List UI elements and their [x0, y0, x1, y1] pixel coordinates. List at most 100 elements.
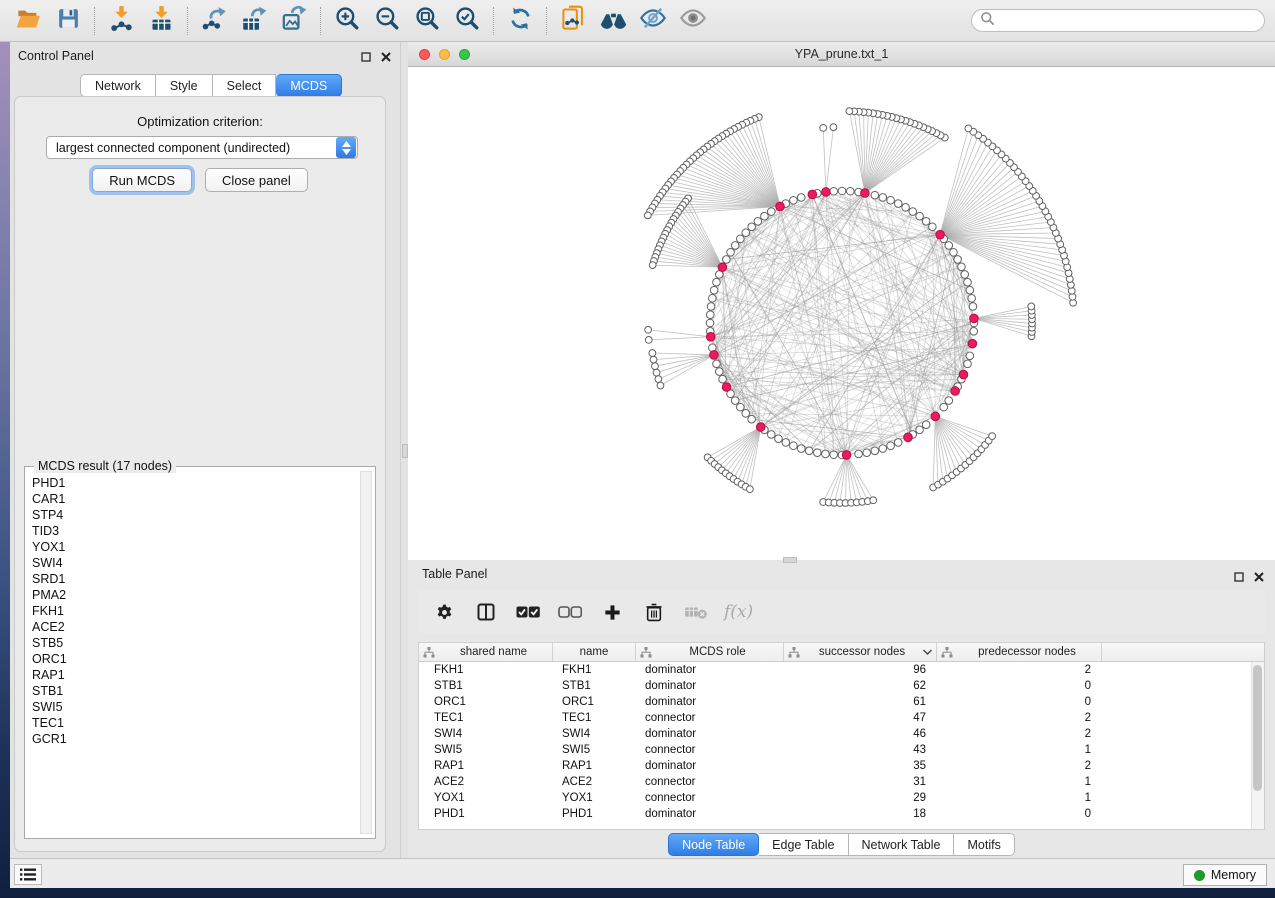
table-cell[interactable]: connector — [636, 774, 784, 790]
network-node[interactable] — [650, 356, 657, 363]
table-cell[interactable]: 47 — [784, 710, 937, 726]
network-node[interactable] — [950, 248, 958, 256]
network-node[interactable] — [655, 376, 662, 383]
network-node[interactable] — [968, 294, 976, 302]
table-cell[interactable]: 1 — [937, 742, 1102, 758]
network-node[interactable] — [736, 403, 744, 411]
network-node[interactable] — [863, 449, 871, 457]
mcds-result-item[interactable]: SRD1 — [26, 571, 361, 587]
network-hub-node[interactable] — [968, 339, 977, 348]
network-hub-node[interactable] — [756, 423, 765, 432]
network-node[interactable] — [653, 369, 660, 376]
tab-mcds[interactable]: MCDS — [276, 74, 342, 97]
network-node[interactable] — [870, 497, 877, 504]
optimization-criterion-dropdown[interactable]: largest connected component (undirected) — [46, 136, 358, 159]
table-cell[interactable]: dominator — [636, 662, 784, 678]
table-cell[interactable]: dominator — [636, 694, 784, 710]
network-node[interactable] — [902, 204, 910, 212]
table-cell[interactable]: RAP1 — [419, 758, 553, 774]
network-hub-node[interactable] — [710, 351, 719, 360]
network-hub-node[interactable] — [904, 433, 913, 442]
table-cell[interactable]: 2 — [937, 662, 1102, 678]
network-node[interactable] — [965, 125, 972, 132]
column-header-predecessor-nodes[interactable]: predecessor nodes — [937, 643, 1102, 661]
mcds-result-item[interactable]: SWI4 — [26, 555, 361, 571]
network-node[interactable] — [649, 262, 656, 269]
network-node[interactable] — [894, 200, 902, 208]
mcds-result-item[interactable]: SWI5 — [26, 699, 361, 715]
table-cell[interactable]: 1 — [937, 774, 1102, 790]
network-hub-node[interactable] — [936, 230, 945, 239]
select-all-button[interactable] — [514, 598, 542, 626]
table-row[interactable]: YOX1YOX1connector291 — [419, 790, 1264, 806]
network-node[interactable] — [922, 421, 930, 429]
table-cell[interactable]: ORC1 — [553, 694, 636, 710]
table-row[interactable]: SWI5SWI5connector431 — [419, 742, 1264, 758]
mcds-result-item[interactable]: STB5 — [26, 635, 361, 651]
network-node[interactable] — [964, 360, 972, 368]
network-node[interactable] — [775, 435, 783, 443]
mcds-result-item[interactable]: STP4 — [26, 507, 361, 523]
table-cell[interactable]: STB1 — [419, 678, 553, 694]
mcds-result-item[interactable]: CAR1 — [26, 491, 361, 507]
tab-network-table[interactable]: Network Table — [849, 833, 955, 856]
table-cell[interactable]: ORC1 — [419, 694, 553, 710]
tab-select[interactable]: Select — [213, 74, 277, 97]
table-cell[interactable]: connector — [636, 710, 784, 726]
table-cell[interactable]: 31 — [784, 774, 937, 790]
network-node[interactable] — [887, 442, 895, 450]
network-node[interactable] — [846, 187, 854, 195]
table-cell[interactable]: 0 — [937, 806, 1102, 822]
mcds-result-item[interactable]: GCR1 — [26, 731, 361, 747]
table-row[interactable]: ACE2ACE2connector311 — [419, 774, 1264, 790]
table-panel-close-button[interactable] — [1252, 570, 1265, 583]
network-node[interactable] — [748, 223, 756, 231]
table-panel-float-button[interactable] — [1232, 570, 1245, 583]
table-row[interactable]: RAP1RAP1dominator352 — [419, 758, 1264, 774]
table-cell[interactable]: 0 — [937, 678, 1102, 694]
open-file-button[interactable] — [8, 5, 48, 37]
network-canvas[interactable] — [408, 67, 1275, 560]
network-node[interactable] — [813, 449, 821, 457]
show-column-panel-button[interactable] — [472, 598, 500, 626]
export-table-button[interactable] — [234, 5, 274, 37]
network-node[interactable] — [961, 271, 969, 279]
table-cell[interactable]: 62 — [784, 678, 937, 694]
refresh-layout-button[interactable] — [500, 5, 540, 37]
network-node[interactable] — [830, 451, 838, 459]
column-header-successor-nodes[interactable]: successor nodes — [784, 643, 937, 661]
network-hub-node[interactable] — [861, 189, 870, 198]
table-cell[interactable]: dominator — [636, 678, 784, 694]
network-node[interactable] — [736, 235, 744, 243]
mcds-result-item[interactable]: STB1 — [26, 683, 361, 699]
share-document-button[interactable] — [553, 5, 593, 37]
task-history-button[interactable] — [14, 864, 42, 885]
table-row[interactable]: PHD1PHD1dominator180 — [419, 806, 1264, 822]
network-node[interactable] — [644, 212, 651, 219]
network-node[interactable] — [645, 326, 652, 333]
table-cell[interactable]: 35 — [784, 758, 937, 774]
network-node[interactable] — [879, 445, 887, 453]
network-node[interactable] — [820, 125, 827, 132]
network-node[interactable] — [830, 187, 838, 195]
control-panel-close-button[interactable] — [379, 50, 392, 63]
network-node[interactable] — [790, 442, 798, 450]
network-hub-node[interactable] — [822, 188, 831, 197]
delete-column-button[interactable] — [640, 598, 668, 626]
network-node[interactable] — [838, 187, 846, 195]
table-cell[interactable]: ACE2 — [553, 774, 636, 790]
column-header-MCDS-role[interactable]: MCDS role — [636, 643, 784, 661]
table-cell[interactable]: dominator — [636, 806, 784, 822]
network-node[interactable] — [846, 108, 853, 115]
network-node[interactable] — [855, 450, 863, 458]
close-panel-button[interactable]: Close panel — [205, 168, 308, 192]
table-cell[interactable]: 96 — [784, 662, 937, 678]
deselect-all-button[interactable] — [556, 598, 584, 626]
table-row[interactable]: SWI4SWI4dominator462 — [419, 726, 1264, 742]
network-node[interactable] — [723, 256, 731, 264]
network-node[interactable] — [916, 212, 924, 220]
table-cell[interactable]: 2 — [937, 758, 1102, 774]
table-cell[interactable]: SWI5 — [553, 742, 636, 758]
tab-motifs[interactable]: Motifs — [954, 833, 1014, 856]
table-cell[interactable]: PHD1 — [553, 806, 636, 822]
